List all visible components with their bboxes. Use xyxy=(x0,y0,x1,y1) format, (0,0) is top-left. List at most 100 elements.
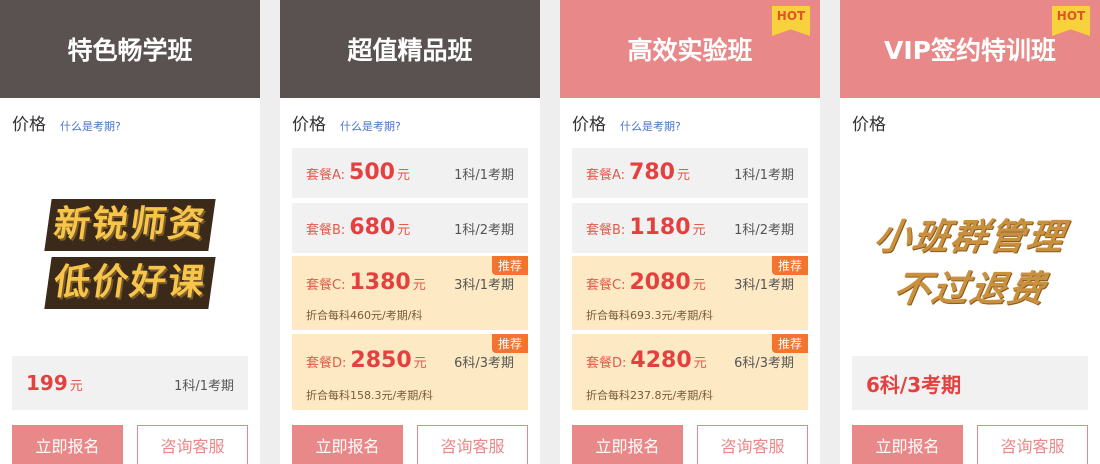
package-price-line: 套餐C: 2080 元 xyxy=(586,270,706,295)
package-price-line: 套餐B: 1180 元 xyxy=(586,215,706,240)
consult-button[interactable]: 咨询客服 xyxy=(417,425,528,464)
package-price-line: 套餐A: 500 元 xyxy=(306,160,410,185)
price-row: 价格 xyxy=(852,110,886,135)
package-option-a[interactable]: 套餐A: 500 元 1科/1考期 xyxy=(292,148,528,198)
promo-line: 新锐师资 xyxy=(44,199,216,251)
package-name: 套餐B: xyxy=(586,223,626,238)
price-summary: 199 元 1科/1考期 xyxy=(12,356,248,410)
recommend-badge: 推荐 xyxy=(771,256,808,275)
package-price: 1180 xyxy=(629,215,691,240)
card-title: 特色畅学班 xyxy=(0,0,260,98)
package-per-subject: 折合每科460元/考期/科 xyxy=(306,309,423,322)
package-unit: 元 xyxy=(412,278,426,293)
consult-button[interactable]: 咨询客服 xyxy=(137,425,248,464)
package-unit: 元 xyxy=(676,168,690,183)
package-per-subject: 折合每科158.3元/考期/科 xyxy=(306,389,433,402)
promo-banner: 新锐师资 低价好课 xyxy=(0,196,260,311)
promo-banner: 小班群管理 不过退费 xyxy=(840,212,1100,315)
subject-period: 6科/3考期 xyxy=(866,373,962,397)
package-price: 4280 xyxy=(630,348,692,373)
price-label: 价格 xyxy=(852,115,886,135)
package-meta: 6科/3考期 xyxy=(454,356,514,371)
card-title-text: VIP签约特训班 xyxy=(884,36,1056,65)
package-name: 套餐C: xyxy=(586,278,626,293)
package-price: 2850 xyxy=(350,348,412,373)
course-card-value: 超值精品班 价格 什么是考期? 套餐A: 500 元 1科/1考期 套餐B: 680 元… xyxy=(280,0,540,464)
package-meta: 1科/2考期 xyxy=(454,223,514,238)
promo-line: 低价好课 xyxy=(44,256,216,309)
package-price-line: 套餐B: 680 元 xyxy=(306,215,410,240)
package-price: 500 xyxy=(349,160,395,185)
recommend-badge: 推荐 xyxy=(771,334,808,353)
package-meta: 6科/3考期 xyxy=(734,356,794,371)
package-price: 780 xyxy=(629,160,675,185)
package-unit: 元 xyxy=(693,356,707,371)
package-meta: 3科/1考期 xyxy=(454,278,514,293)
enroll-button[interactable]: 立即报名 xyxy=(292,425,403,464)
price-value: 199 xyxy=(26,371,68,395)
enroll-button[interactable]: 立即报名 xyxy=(12,425,123,464)
total-price: 199 元 xyxy=(26,371,83,395)
exam-period-help-link[interactable]: 什么是考期? xyxy=(340,118,401,134)
promo-line: 小班群管理 xyxy=(871,217,1069,258)
consult-button[interactable]: 咨询客服 xyxy=(697,425,808,464)
consult-button[interactable]: 咨询客服 xyxy=(977,425,1088,464)
package-unit: 元 xyxy=(397,223,411,238)
package-unit: 元 xyxy=(413,356,427,371)
package-option-b[interactable]: 套餐B: 1180 元 1科/2考期 xyxy=(572,203,808,253)
package-unit: 元 xyxy=(692,223,706,238)
package-meta: 1科/1考期 xyxy=(734,168,794,183)
package-name: 套餐D: xyxy=(306,356,347,371)
package-per-subject: 折合每科693.3元/考期/科 xyxy=(586,309,713,322)
price-row: 价格 什么是考期? xyxy=(12,110,121,135)
card-title: 超值精品班 xyxy=(280,0,540,98)
card-title: VIP签约特训班 HOT xyxy=(840,0,1100,98)
price-label: 价格 xyxy=(572,115,606,135)
package-name: 套餐D: xyxy=(586,356,627,371)
package-option-c[interactable]: 推荐 套餐C: 2080 元 3科/1考期 折合每科693.3元/考期/科 xyxy=(572,256,808,330)
package-unit: 元 xyxy=(692,278,706,293)
package-name: 套餐A: xyxy=(586,168,626,183)
package-price-line: 套餐D: 4280 元 xyxy=(586,348,707,373)
course-card-vip: VIP签约特训班 HOT 价格 小班群管理 不过退费 6科/3考期 立即报名 咨… xyxy=(840,0,1100,464)
course-card-special: 特色畅学班 价格 什么是考期? 新锐师资 低价好课 199 元 1科/1考期 立即… xyxy=(0,0,260,464)
price-summary: 6科/3考期 xyxy=(852,356,1088,410)
exam-period-help-link[interactable]: 什么是考期? xyxy=(60,118,121,134)
package-option-b[interactable]: 套餐B: 680 元 1科/2考期 xyxy=(292,203,528,253)
hot-badge: HOT xyxy=(772,6,810,36)
package-price: 1380 xyxy=(349,270,411,295)
recommend-badge: 推荐 xyxy=(491,334,528,353)
price-row: 价格 什么是考期? xyxy=(292,110,401,135)
price-label: 价格 xyxy=(12,115,46,135)
recommend-badge: 推荐 xyxy=(491,256,528,275)
package-price-line: 套餐D: 2850 元 xyxy=(306,348,427,373)
hot-badge: HOT xyxy=(1052,6,1090,36)
price-row: 价格 什么是考期? xyxy=(572,110,681,135)
package-per-subject: 折合每科237.8元/考期/科 xyxy=(586,389,713,402)
package-name: 套餐A: xyxy=(306,168,346,183)
package-meta: 1科/2考期 xyxy=(734,223,794,238)
package-name: 套餐C: xyxy=(306,278,346,293)
package-price: 680 xyxy=(349,215,396,240)
package-option-d[interactable]: 推荐 套餐D: 4280 元 6科/3考期 折合每科237.8元/考期/科 xyxy=(572,334,808,410)
package-meta: 3科/1考期 xyxy=(734,278,794,293)
package-name: 套餐B: xyxy=(306,223,346,238)
price-unit: 元 xyxy=(69,379,83,394)
enroll-button[interactable]: 立即报名 xyxy=(852,425,963,464)
package-option-a[interactable]: 套餐A: 780 元 1科/1考期 xyxy=(572,148,808,198)
package-meta: 1科/1考期 xyxy=(454,168,514,183)
enroll-button[interactable]: 立即报名 xyxy=(572,425,683,464)
subject-period: 1科/1考期 xyxy=(174,379,234,394)
promo-line: 不过退费 xyxy=(890,268,1050,310)
course-card-efficient: 高效实验班 HOT 价格 什么是考期? 套餐A: 780 元 1科/1考期 套餐B:… xyxy=(560,0,820,464)
package-price-line: 套餐C: 1380 元 xyxy=(306,270,426,295)
price-label: 价格 xyxy=(292,115,326,135)
card-title: 高效实验班 HOT xyxy=(560,0,820,98)
package-unit: 元 xyxy=(396,168,410,183)
package-option-d[interactable]: 推荐 套餐D: 2850 元 6科/3考期 折合每科158.3元/考期/科 xyxy=(292,334,528,410)
exam-period-help-link[interactable]: 什么是考期? xyxy=(620,118,681,134)
package-price-line: 套餐A: 780 元 xyxy=(586,160,690,185)
card-title-text: 高效实验班 xyxy=(627,36,753,65)
package-price: 2080 xyxy=(629,270,691,295)
package-option-c[interactable]: 推荐 套餐C: 1380 元 3科/1考期 折合每科460元/考期/科 xyxy=(292,256,528,330)
